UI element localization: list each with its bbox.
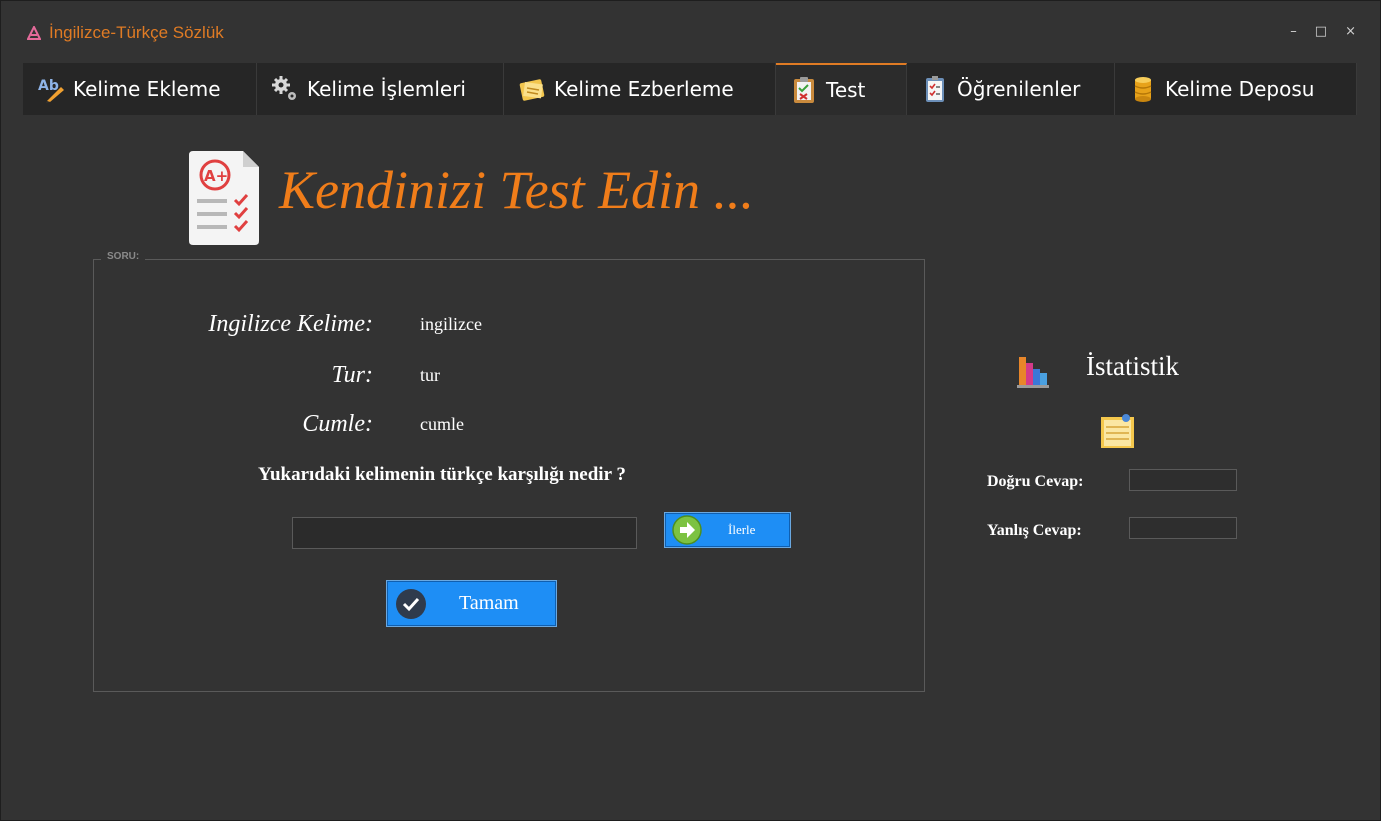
answer-input[interactable]: [292, 517, 637, 549]
correct-answer-label: Doğru Cevap:: [987, 473, 1084, 490]
check-circle-icon: [396, 588, 426, 619]
tab-label: Kelime Deposu: [1165, 77, 1315, 101]
gears-icon: [272, 76, 296, 100]
window-controls: – □ ×: [1290, 25, 1356, 39]
type-label: Tur:: [331, 362, 373, 388]
tab-bar: Ab Kelime Ekleme Kelime İşlemleri Kelime…: [23, 63, 1357, 115]
bar-chart-icon: [1017, 357, 1049, 388]
english-word-value: ingilizce: [420, 314, 482, 334]
tab-label: Kelime İşlemleri: [307, 77, 466, 101]
tab-kelime-islemleri[interactable]: Kelime İşlemleri: [257, 63, 504, 115]
next-button[interactable]: İlerle: [664, 512, 791, 548]
test-paper-icon: A+: [189, 151, 259, 245]
question-prompt: Yukarıdaki kelimenin türkçe karşılığı ne…: [258, 464, 626, 485]
tab-test[interactable]: Test: [776, 63, 907, 115]
english-word-label: Ingilizce Kelime:: [208, 311, 373, 337]
tab-kelime-ekleme[interactable]: Ab Kelime Ekleme: [23, 63, 257, 115]
group-legend: SORU:: [101, 251, 146, 262]
clipboard-test-icon: [794, 77, 814, 103]
tab-label: Öğrenilenler: [957, 77, 1081, 101]
tab-ogrenilenler[interactable]: Öğrenilenler: [907, 63, 1115, 115]
page-title: Kendinizi Test Edin ...: [279, 160, 755, 220]
app-window: İngilizce-Türkçe Sözlük – □ × Ab Kelime …: [0, 0, 1381, 821]
next-button-label: İlerle: [728, 522, 756, 537]
type-value: tur: [420, 365, 440, 385]
arrow-right-icon: [672, 515, 702, 545]
wrong-answer-field: [1129, 517, 1237, 539]
tab-kelime-ezberleme[interactable]: Kelime Ezberleme: [504, 63, 776, 115]
close-button[interactable]: ×: [1345, 25, 1356, 39]
wrong-answer-label: Yanlış Cevap:: [987, 522, 1082, 539]
svg-text:A+: A+: [204, 167, 228, 185]
ok-button[interactable]: Tamam: [386, 580, 557, 627]
sentence-value: cumle: [420, 414, 464, 434]
svg-text:Ab: Ab: [38, 78, 59, 94]
window-title: İngilizce-Türkçe Sözlük: [49, 23, 224, 42]
notepad-icon: [1101, 414, 1134, 448]
app-logo-icon: [27, 26, 41, 40]
tab-label: Kelime Ekleme: [73, 77, 221, 101]
notes-icon: [519, 79, 545, 101]
sentence-label: Cumle:: [302, 411, 373, 437]
checklist-icon: [926, 76, 944, 102]
minimize-button[interactable]: –: [1290, 25, 1297, 39]
title-bar: İngilizce-Türkçe Sözlük – □ ×: [1, 1, 1380, 59]
tab-kelime-deposu[interactable]: Kelime Deposu: [1115, 63, 1357, 115]
ok-button-label: Tamam: [459, 592, 519, 614]
tab-label: Kelime Ezberleme: [554, 77, 734, 101]
maximize-button[interactable]: □: [1315, 25, 1327, 39]
tab-label: Test: [826, 78, 866, 102]
stats-title: İstatistik: [1086, 351, 1179, 381]
ab-pencil-icon: Ab: [38, 78, 64, 103]
correct-answer-field: [1129, 469, 1237, 491]
database-icon: [1134, 77, 1152, 102]
